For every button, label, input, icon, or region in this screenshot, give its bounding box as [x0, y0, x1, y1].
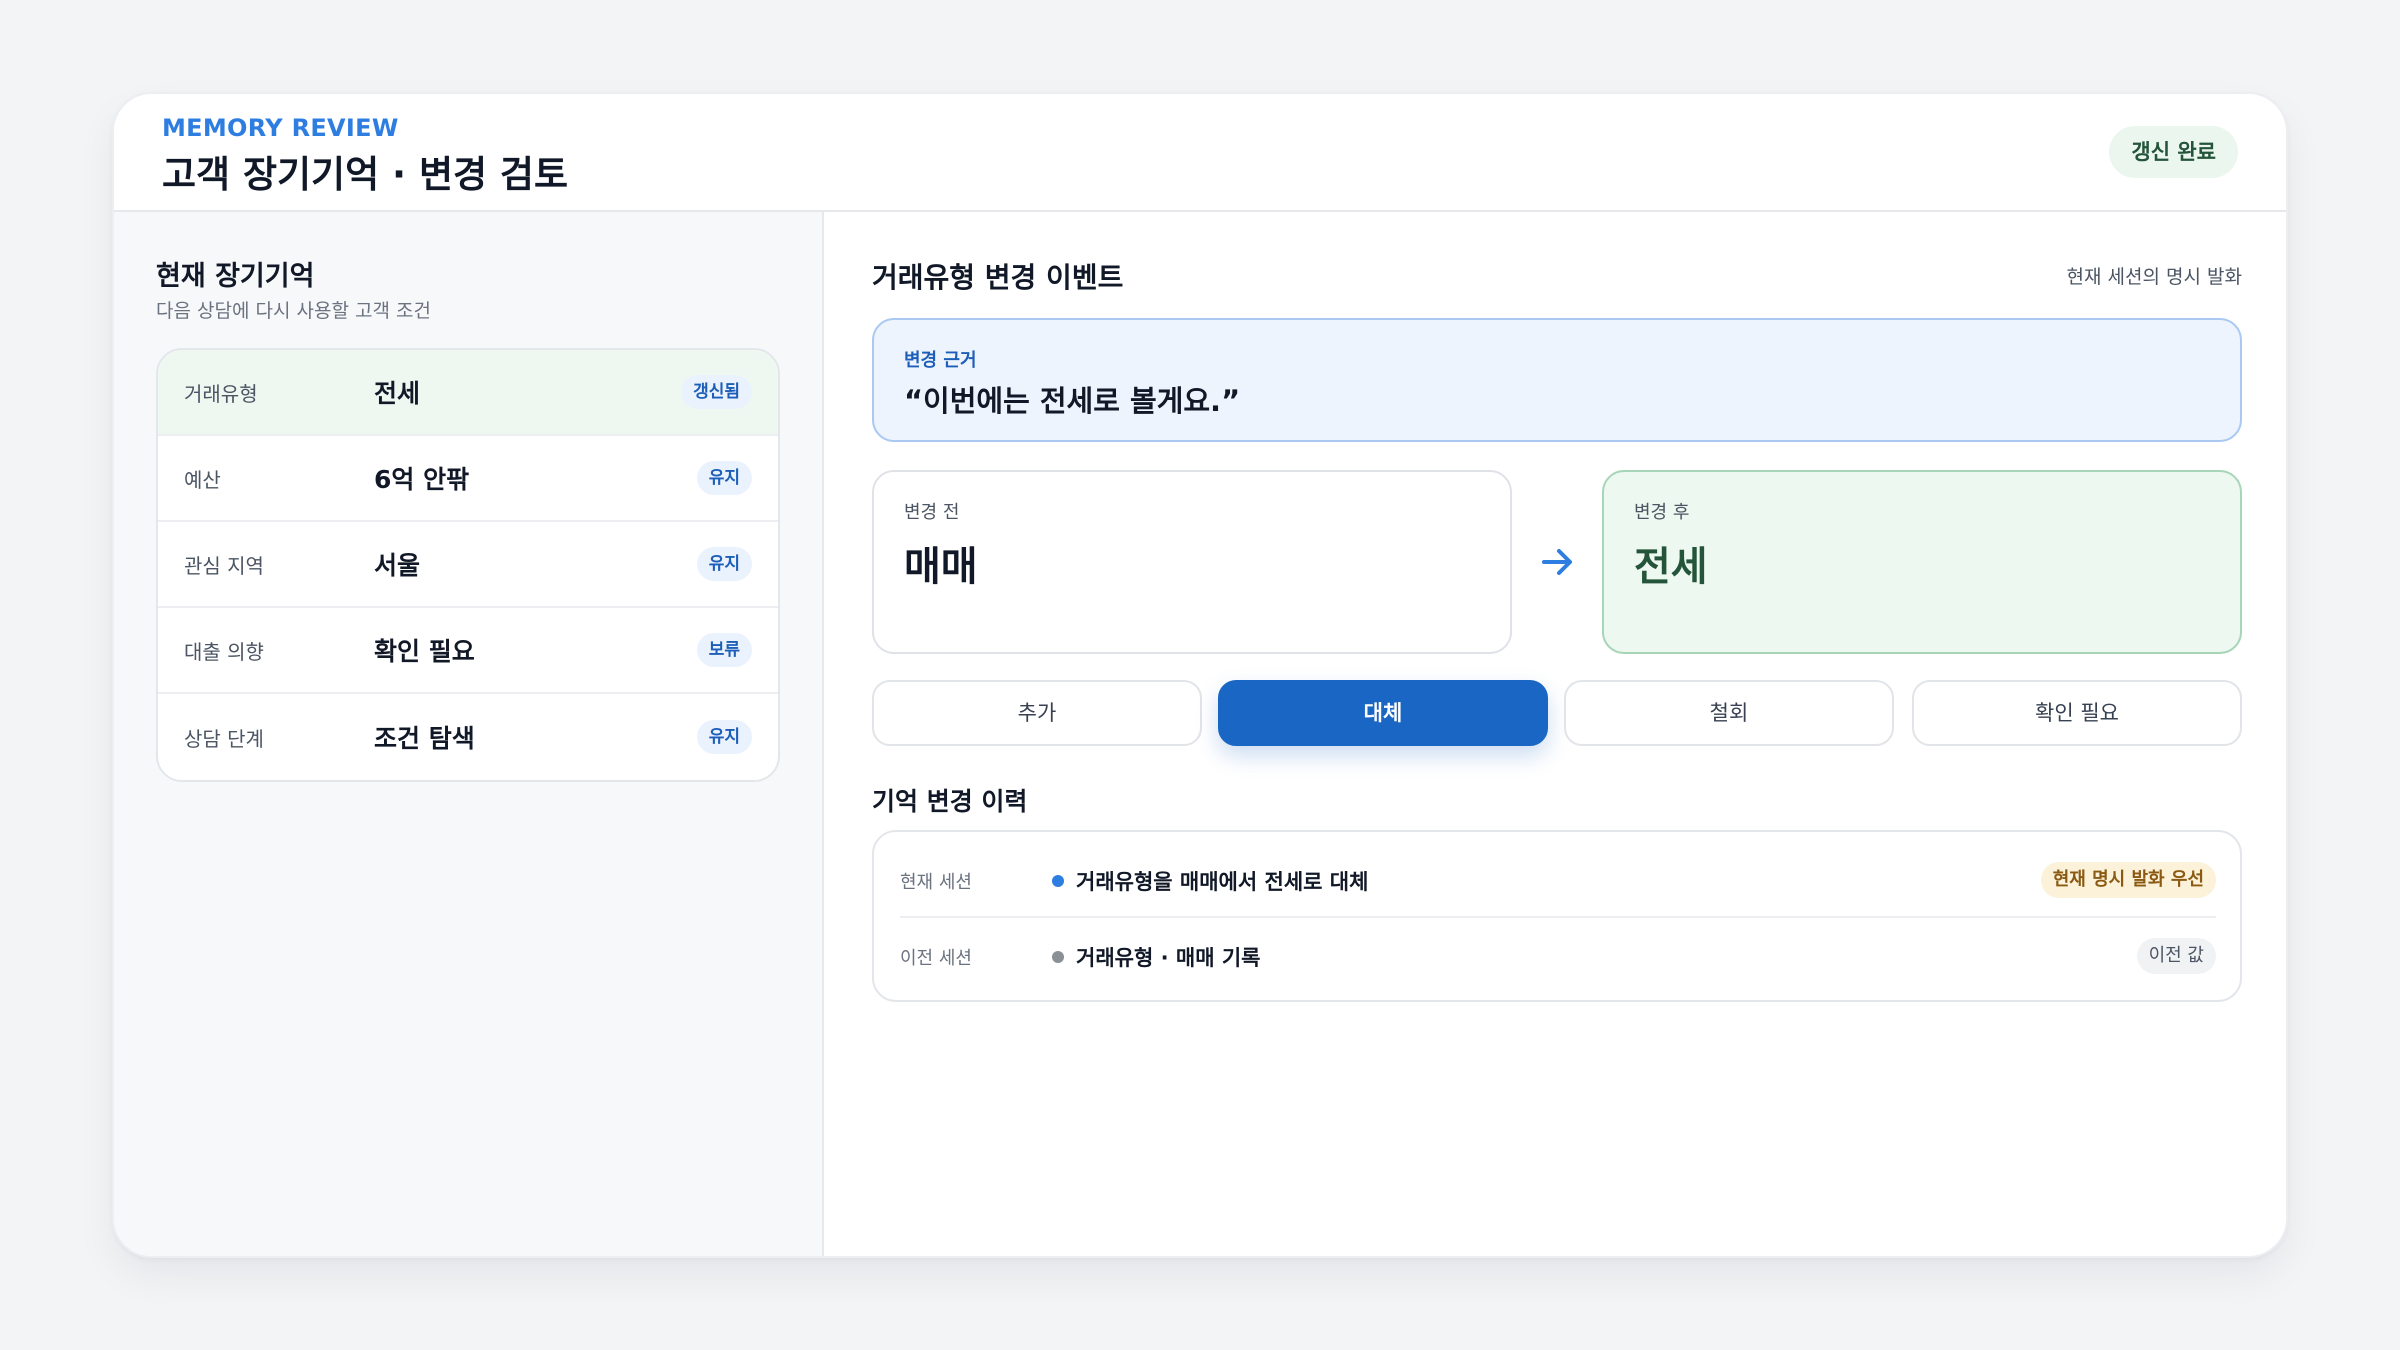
memory-row-budget[interactable]: 예산 6억 안팎 유지	[158, 436, 778, 522]
history-list: 현재 세션 거래유형을 매매에서 전세로 대체 현재 명시 발화 우선 이전 세…	[872, 830, 2242, 1002]
memory-row-label: 상담 단계	[184, 726, 264, 751]
memory-row-label: 거래유형	[184, 381, 258, 406]
event-title: 거래유형 변경 이벤트	[872, 261, 1124, 294]
memory-row-badge: 유지	[696, 461, 752, 495]
memory-row-badge: 유지	[696, 720, 752, 754]
memory-row-value: 확인 필요	[374, 637, 475, 666]
change-event-panel: 거래유형 변경 이벤트 현재 세션의 명시 발화 변경 근거 “이번에는 전세로…	[826, 212, 2286, 1256]
arrow-right-icon	[1542, 549, 1572, 575]
memory-row-value: 전세	[374, 379, 421, 408]
retract-button[interactable]: 철회	[1564, 680, 1894, 746]
header: MEMORY REVIEW 고객 장기기억 · 변경 검토 갱신 완료	[114, 94, 2286, 212]
history-session: 현재 세션	[900, 872, 972, 893]
event-hint: 현재 세션의 명시 발화	[2066, 266, 2242, 288]
memory-row-value: 서울	[374, 551, 421, 580]
history-row-previous: 이전 세션 거래유형 · 매매 기록 이전 값	[900, 918, 2216, 994]
evidence-quote: “이번에는 전세로 볼게요.”	[904, 384, 1241, 418]
history-row-current: 현재 세션 거래유형을 매매에서 전세로 대체 현재 명시 발화 우선	[900, 842, 2216, 918]
history-text: 거래유형 · 매매 기록	[1076, 946, 1261, 970]
status-dot-icon	[1052, 875, 1064, 887]
history-badge: 이전 값	[2136, 938, 2216, 974]
memory-row-label: 관심 지역	[184, 553, 264, 578]
replace-button[interactable]: 대체	[1218, 680, 1548, 746]
memory-row-loan[interactable]: 대출 의향 확인 필요 보류	[158, 608, 778, 694]
memory-row-badge: 유지	[696, 547, 752, 581]
action-group: 추가 대체 철회 확인 필요	[872, 680, 2242, 748]
before-value: 매매	[904, 544, 978, 590]
history-text: 거래유형을 매매에서 전세로 대체	[1076, 870, 1369, 894]
page-title: 고객 장기기억 · 변경 검토	[162, 153, 568, 196]
evidence-box: 변경 근거 “이번에는 전세로 볼게요.”	[872, 318, 2242, 442]
after-state-box: 변경 후 전세	[1602, 470, 2242, 654]
current-memory-subtitle: 다음 상담에 다시 사용할 고객 조건	[156, 300, 431, 322]
after-value: 전세	[1634, 544, 1708, 590]
current-memory-title: 현재 장기기억	[156, 261, 315, 292]
add-button[interactable]: 추가	[872, 680, 1202, 746]
memory-row-region[interactable]: 관심 지역 서울 유지	[158, 522, 778, 608]
status-dot-icon	[1052, 951, 1064, 963]
memory-review-card: MEMORY REVIEW 고객 장기기억 · 변경 검토 갱신 완료 현재 장…	[112, 92, 2288, 1258]
history-badge: 현재 명시 발화 우선	[2040, 862, 2216, 898]
history-title: 기억 변경 이력	[872, 787, 1028, 816]
eyebrow-label: MEMORY REVIEW	[162, 114, 399, 142]
status-badge: 갱신 완료	[2109, 126, 2238, 178]
memory-row-stage[interactable]: 상담 단계 조건 탐색 유지	[158, 694, 778, 780]
needs-check-button[interactable]: 확인 필요	[1912, 680, 2242, 746]
memory-row-badge: 보류	[696, 633, 752, 667]
memory-row-value: 조건 탐색	[374, 724, 475, 753]
before-label: 변경 전	[904, 502, 960, 523]
before-state-box: 변경 전 매매	[872, 470, 1512, 654]
memory-row-badge: 갱신됨	[681, 375, 752, 409]
evidence-label: 변경 근거	[904, 350, 977, 371]
memory-row-value: 6억 안팎	[374, 465, 470, 494]
memory-row-label: 예산	[184, 467, 221, 492]
history-session: 이전 세션	[900, 948, 972, 969]
after-label: 변경 후	[1634, 502, 1690, 523]
memory-row-label: 대출 의향	[184, 639, 264, 664]
current-memory-panel: 현재 장기기억 다음 상담에 다시 사용할 고객 조건 거래유형 전세 갱신됨 …	[114, 212, 824, 1256]
memory-table: 거래유형 전세 갱신됨 예산 6억 안팎 유지 관심 지역 서울 유지 대출 의…	[156, 348, 780, 782]
memory-row-deal-type[interactable]: 거래유형 전세 갱신됨	[158, 350, 778, 436]
